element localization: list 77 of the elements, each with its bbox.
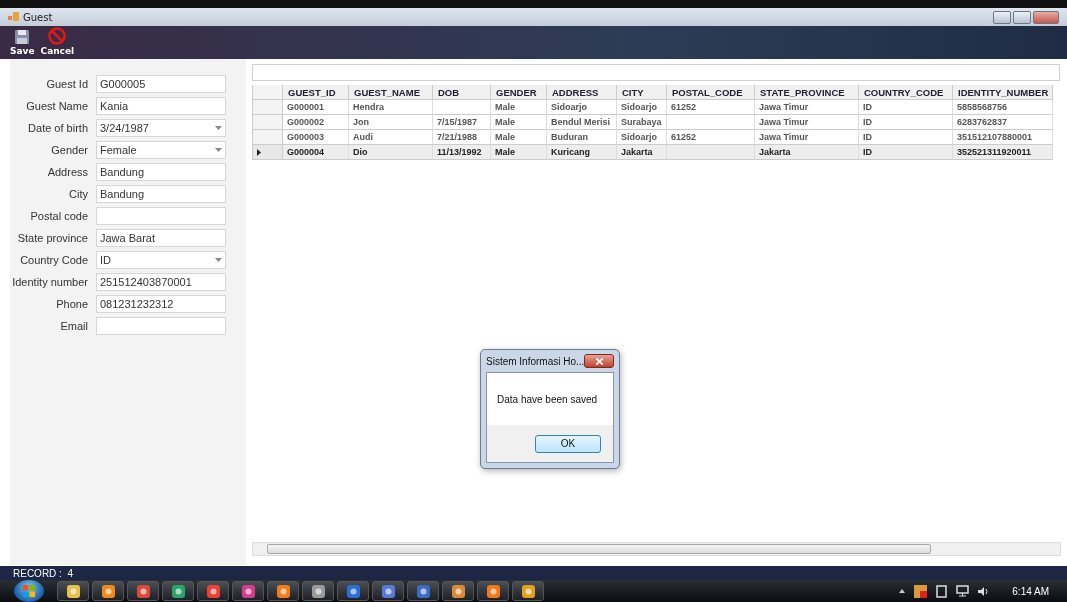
column-header[interactable]: IDENTITY_NUMBER [953, 85, 1053, 100]
dialog-message: Data have been saved [496, 393, 599, 407]
input-field[interactable]: Bandung [96, 185, 226, 203]
save-button[interactable]: Save [10, 29, 35, 56]
table-cell: Bendul Merisi [547, 115, 617, 130]
clock[interactable]: 6:14 AM [1012, 585, 1049, 597]
table-cell: Sidoarjo [547, 100, 617, 115]
column-header[interactable]: CITY [617, 85, 667, 100]
window-title: Guest [23, 11, 53, 23]
input-field[interactable]: Kania [96, 97, 226, 115]
table-cell: 61252 [667, 100, 755, 115]
field-label: Guest Id [45, 78, 89, 90]
table-cell: 6283762837 [953, 115, 1053, 130]
table-cell: Audi [349, 130, 433, 145]
table-cell: Sidoarjo [617, 130, 667, 145]
input-field[interactable]: 081231232312 [96, 295, 226, 313]
input-field[interactable]: 251512403870001 [96, 273, 226, 291]
dialog-title: Sistem Informasi Ho... [486, 355, 585, 367]
table-cell: 5858568756 [953, 100, 1053, 115]
column-header[interactable]: COUNTRY_CODE [859, 85, 953, 100]
table-cell: G000003 [283, 130, 349, 145]
dropdown-field[interactable]: ID [96, 251, 226, 269]
table-cell: 11/13/1992 [433, 145, 491, 160]
field-label: Date of birth [27, 122, 89, 134]
cancel-button[interactable]: Cancel [40, 27, 75, 56]
table-cell: Kuricang [547, 145, 617, 160]
table-cell: Hendra [349, 100, 433, 115]
table-cell: 7/15/1987 [433, 115, 491, 130]
table-cell: Male [491, 100, 547, 115]
table-cell: Jawa Timur [755, 130, 859, 145]
table-cell: Jawa Timur [755, 115, 859, 130]
field-label: Country Code [19, 254, 89, 266]
table-cell: ID [859, 130, 953, 145]
field-label: City [68, 188, 89, 200]
table-cell: Jakarta [617, 145, 667, 160]
field-label: Postal code [29, 210, 89, 222]
column-header[interactable]: POSTAL_CODE [667, 85, 755, 100]
input-field[interactable]: G000005 [96, 75, 226, 93]
table-cell: 61252 [667, 130, 755, 145]
dropdown-field[interactable]: 3/24/1987 [96, 119, 226, 137]
table-cell: Buduran [547, 130, 617, 145]
field-label: Email [59, 320, 89, 332]
table-cell: ID [859, 100, 953, 115]
input-field[interactable]: Jawa Barat [96, 229, 226, 247]
table-cell: Dio [349, 145, 433, 160]
table-cell: Jawa Timur [755, 100, 859, 115]
column-header[interactable]: ADDRESS [547, 85, 617, 100]
table-cell: ID [859, 145, 953, 160]
field-label: State province [16, 232, 89, 244]
field-label: Guest Name [25, 100, 89, 112]
column-header[interactable]: GENDER [491, 85, 547, 100]
input-field[interactable]: Bandung [96, 163, 226, 181]
table-cell: Sidoarjo [617, 100, 667, 115]
table-cell: 351512107880001 [953, 130, 1053, 145]
table-cell: Male [491, 130, 547, 145]
dropdown-field[interactable]: Female [96, 141, 226, 159]
field-label: Address [46, 166, 89, 178]
table-cell: 7/21/1988 [433, 130, 491, 145]
table-cell: G000004 [283, 145, 349, 160]
table-cell: G000002 [283, 115, 349, 130]
table-cell: Surabaya [617, 115, 667, 130]
field-label: Phone [55, 298, 89, 310]
table-cell: 352521311920011 [953, 145, 1053, 160]
table-cell: Male [491, 145, 547, 160]
column-header[interactable]: GUEST_ID [283, 85, 349, 100]
field-label: Identity number [11, 276, 89, 288]
table-cell: Male [491, 115, 547, 130]
column-header[interactable]: GUEST_NAME [349, 85, 433, 100]
column-header[interactable]: STATE_PROVINCE [755, 85, 859, 100]
table-cell: ID [859, 115, 953, 130]
record-count: RECORD : 4 [13, 567, 73, 579]
table-cell: Jakarta [755, 145, 859, 160]
table-cell: G000001 [283, 100, 349, 115]
ok-button[interactable]: OK [535, 434, 601, 453]
table-cell: Jon [349, 115, 433, 130]
column-header[interactable]: DOB [433, 85, 491, 100]
field-label: Gender [50, 144, 89, 156]
